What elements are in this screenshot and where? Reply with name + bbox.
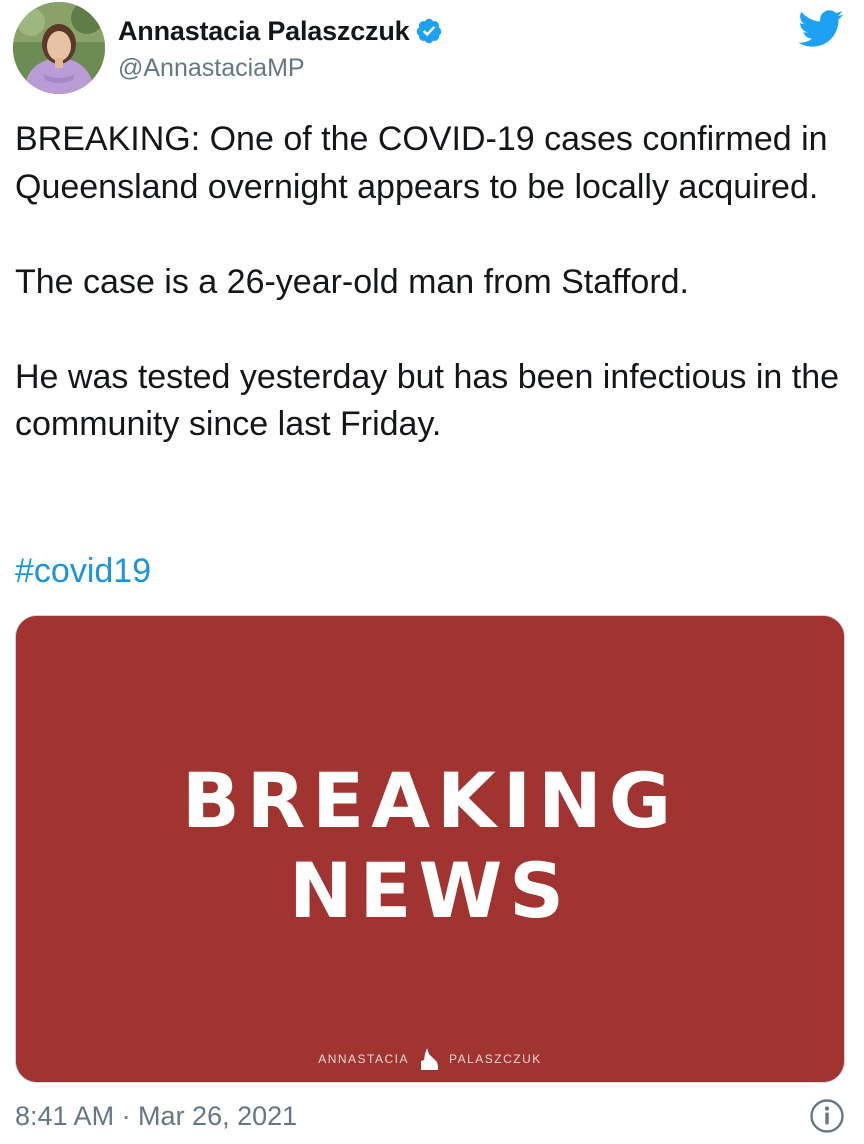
author-names: Annastacia Palaszczuk @AnnastaciaMP bbox=[118, 14, 443, 83]
hashtag-row: #covid19 bbox=[15, 548, 151, 595]
author-handle[interactable]: @AnnastaciaMP bbox=[118, 54, 443, 83]
author-avatar[interactable] bbox=[13, 2, 105, 94]
queensland-map-icon bbox=[421, 1048, 438, 1070]
info-icon[interactable] bbox=[809, 1098, 845, 1134]
headline-line-1: BREAKING bbox=[181, 756, 679, 845]
tweet-timestamp[interactable]: 8:41 AM · Mar 26, 2021 bbox=[15, 1096, 297, 1136]
tweet-header: Annastacia Palaszczuk @AnnastaciaMP bbox=[0, 0, 864, 100]
author-display-name[interactable]: Annastacia Palaszczuk bbox=[118, 16, 410, 47]
tweet-paragraph-1: BREAKING: One of the COVID-19 cases conf… bbox=[15, 120, 828, 206]
tweet-paragraph-2: The case is a 26-year-old man from Staff… bbox=[15, 262, 690, 301]
tweet-paragraph-3: He was tested yesterday but has been inf… bbox=[15, 357, 840, 444]
verified-badge-icon bbox=[417, 18, 442, 44]
tweet-footer: 8:41 AM · Mar 26, 2021 bbox=[15, 1096, 845, 1140]
hashtag-link[interactable]: #covid19 bbox=[15, 552, 151, 590]
signature-last-name: PALASZCZUK bbox=[449, 1052, 542, 1066]
headline-line-2: NEWS bbox=[288, 846, 572, 935]
breaking-news-graphic: BREAKING NEWS ANNASTACIA PALASZCZUK bbox=[16, 616, 844, 1082]
signature-logo: ANNASTACIA PALASZCZUK bbox=[16, 1048, 844, 1070]
tweet-media-image[interactable]: BREAKING NEWS ANNASTACIA PALASZCZUK bbox=[15, 615, 845, 1083]
twitter-bird-icon[interactable] bbox=[798, 10, 844, 48]
display-name-row: Annastacia Palaszczuk bbox=[118, 14, 443, 48]
tweet-text: BREAKING: One of the COVID-19 cases conf… bbox=[15, 116, 845, 449]
signature-first-name: ANNASTACIA bbox=[318, 1052, 409, 1066]
tweet-card: Annastacia Palaszczuk @AnnastaciaMP BREA… bbox=[0, 0, 864, 1144]
